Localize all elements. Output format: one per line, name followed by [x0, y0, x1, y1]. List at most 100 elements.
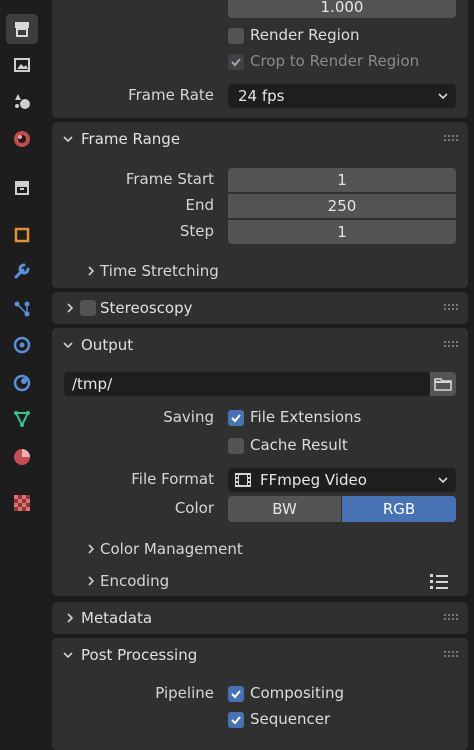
world-tab-icon	[15, 181, 29, 195]
color-label: Color	[174, 499, 214, 517]
cache-result-checkbox[interactable]	[228, 438, 244, 454]
time-stretching-subpanel[interactable]: Time Stretching	[80, 258, 450, 284]
scene-tab-icon	[14, 131, 30, 147]
constraints-icon	[13, 374, 31, 392]
frame-start-field[interactable]: 1	[228, 168, 456, 192]
object-tab-icon	[14, 227, 30, 243]
compositing-label: Compositing	[250, 684, 345, 702]
metadata-panel: Metadata	[52, 602, 468, 634]
top-value-field[interactable]: 1.000	[228, 0, 456, 18]
browse-folder-button[interactable]	[430, 372, 456, 396]
tab-object[interactable]	[6, 220, 38, 250]
output-panel: Output /tmp/ Saving File Extensions Cach…	[52, 328, 468, 596]
stereoscopy-title: Stereoscopy	[100, 299, 193, 317]
frame-range-title: Frame Range	[81, 130, 181, 148]
cache-result-label: Cache Result	[250, 436, 348, 454]
color-rgb-button[interactable]: RGB	[342, 496, 456, 522]
tab-physics[interactable]	[6, 330, 38, 360]
crop-to-render-region-label: Crop to Render Region	[250, 52, 420, 70]
output-title: Output	[81, 336, 134, 354]
render-tab-icon	[15, 22, 29, 37]
material-icon	[14, 449, 30, 465]
sequencer-label: Sequencer	[250, 710, 331, 728]
tab-data[interactable]	[6, 404, 38, 434]
tab-modifiers[interactable]	[6, 256, 38, 286]
stereoscopy-checkbox[interactable]	[80, 300, 96, 316]
mesh-data-icon	[14, 411, 30, 428]
render-region-checkbox[interactable]	[228, 28, 244, 44]
tab-constraints[interactable]	[6, 368, 38, 398]
view-layer-tab-icon	[15, 94, 30, 109]
tab-particles[interactable]	[6, 294, 38, 324]
chevron-down-icon	[63, 136, 73, 143]
drag-grip-icon[interactable]	[444, 341, 458, 349]
metadata-title: Metadata	[81, 609, 153, 627]
chevron-down-icon	[438, 477, 448, 484]
frame-rate-label: Frame Rate	[128, 86, 214, 104]
output-header[interactable]: Output	[52, 328, 468, 362]
check-icon	[231, 690, 241, 699]
properties-tab-bar	[0, 0, 44, 742]
drag-grip-icon[interactable]	[444, 304, 458, 312]
wrench-icon	[14, 263, 30, 279]
film-icon	[235, 473, 251, 487]
file-extensions-checkbox[interactable]	[228, 410, 244, 426]
check-icon	[231, 414, 241, 423]
render-region-label: Render Region	[250, 26, 360, 44]
compositing-checkbox[interactable]	[228, 686, 244, 702]
post-processing-header[interactable]: Post Processing	[52, 638, 468, 672]
check-icon	[231, 58, 241, 67]
check-icon	[231, 716, 241, 725]
tab-world[interactable]	[6, 172, 38, 202]
chevron-right-icon	[88, 266, 95, 276]
properties-editor: 1.000 Render Region Crop to Render Regio…	[44, 0, 474, 750]
pipeline-label: Pipeline	[155, 684, 214, 702]
encoding-subpanel[interactable]: Encoding	[80, 568, 450, 594]
tab-render[interactable]	[6, 14, 38, 44]
frame-start-label: Frame Start	[125, 170, 214, 188]
chevron-right-icon	[67, 303, 74, 313]
encoding-label: Encoding	[100, 572, 170, 590]
tab-material[interactable]	[6, 442, 38, 472]
tab-view-layer[interactable]	[6, 86, 38, 116]
frame-step-label: Step	[179, 222, 214, 240]
stereoscopy-panel: Stereoscopy	[52, 292, 468, 324]
chevron-down-icon	[63, 342, 73, 349]
crop-to-render-region-checkbox[interactable]	[228, 54, 244, 70]
output-path-input[interactable]: /tmp/	[64, 372, 430, 396]
tab-scene[interactable]	[6, 124, 38, 154]
saving-label: Saving	[163, 408, 214, 426]
particles-icon	[14, 301, 30, 317]
drag-grip-icon[interactable]	[444, 135, 458, 143]
frame-step-field[interactable]: 1	[228, 220, 456, 244]
format-panel: 1.000 Render Region Crop to Render Regio…	[52, 0, 468, 118]
presets-list-icon[interactable]	[428, 571, 450, 591]
drag-grip-icon[interactable]	[444, 651, 458, 659]
chevron-right-icon	[88, 576, 95, 586]
tab-output[interactable]	[6, 50, 38, 80]
metadata-header[interactable]: Metadata	[52, 602, 468, 634]
chevron-right-icon	[67, 613, 74, 623]
file-format-label: File Format	[131, 470, 214, 488]
physics-icon	[13, 336, 31, 354]
file-extensions-label: File Extensions	[250, 408, 362, 426]
color-management-label: Color Management	[100, 540, 243, 558]
color-management-subpanel[interactable]: Color Management	[80, 536, 450, 562]
drag-grip-icon[interactable]	[444, 614, 458, 622]
stereoscopy-header[interactable]: Stereoscopy	[52, 292, 468, 324]
output-tab-icon	[14, 58, 30, 72]
texture-icon	[14, 495, 30, 511]
frame-range-header[interactable]: Frame Range	[52, 122, 468, 156]
file-format-dropdown[interactable]: FFmpeg Video	[228, 468, 456, 492]
chevron-down-icon	[63, 652, 73, 659]
time-stretching-label: Time Stretching	[100, 262, 219, 280]
tab-texture[interactable]	[6, 488, 38, 518]
frame-end-field[interactable]: 250	[228, 194, 456, 218]
frame-range-panel: Frame Range Frame Start 1 End 250 Step 1…	[52, 122, 468, 288]
frame-rate-dropdown[interactable]: 24 fps	[228, 84, 456, 108]
sequencer-checkbox[interactable]	[228, 712, 244, 728]
post-processing-panel: Post Processing Pipeline Compositing Seq…	[52, 638, 468, 750]
folder-icon	[434, 378, 452, 391]
color-bw-button[interactable]: BW	[228, 496, 341, 522]
frame-end-label: End	[185, 196, 214, 214]
